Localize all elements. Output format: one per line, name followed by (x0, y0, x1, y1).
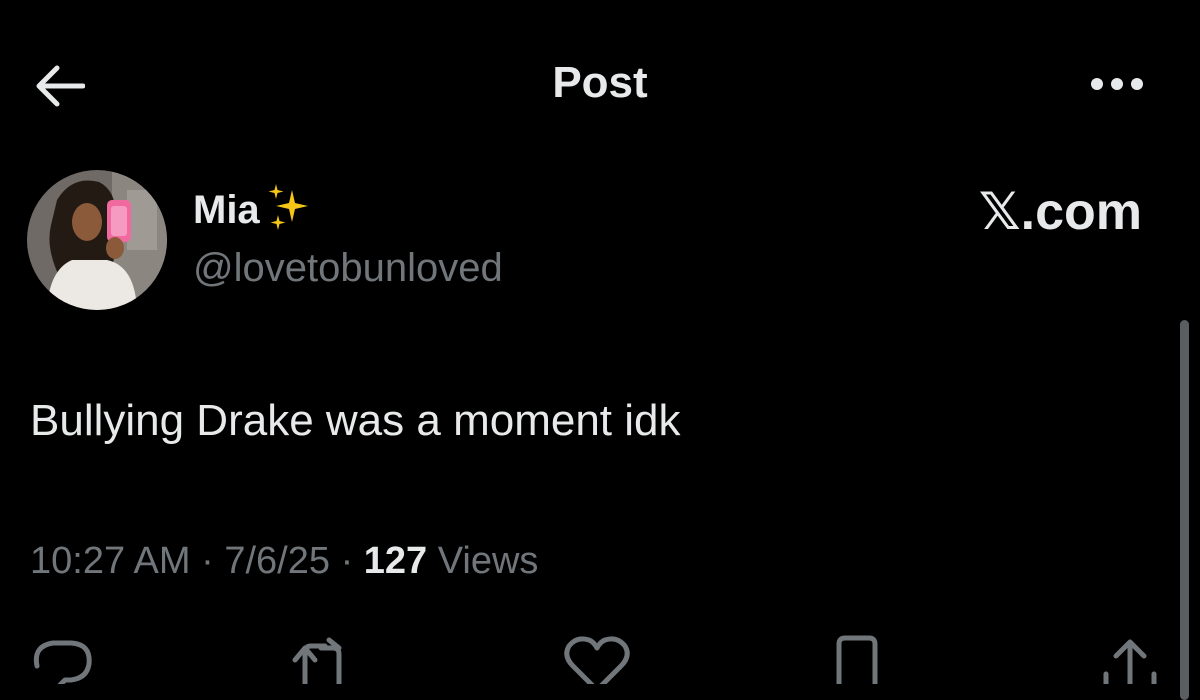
repost-icon (292, 637, 342, 684)
top-bar: Post (0, 0, 1200, 170)
views-label: Views (437, 540, 539, 582)
arrow-left-icon (36, 65, 85, 107)
share-icon (1103, 639, 1157, 684)
more-button[interactable] (1082, 62, 1152, 106)
like-button[interactable] (557, 630, 637, 684)
share-button[interactable] (1090, 630, 1170, 684)
views-count: 127 (363, 540, 428, 582)
post-meta: 10:27 AM · 7/6/25 · 127 Views (30, 540, 538, 583)
back-button[interactable] (28, 58, 90, 114)
avatar[interactable] (27, 170, 167, 310)
post-date[interactable]: 7/6/25 (224, 540, 330, 582)
reply-button[interactable] (22, 630, 102, 684)
bookmark-button[interactable] (817, 630, 897, 684)
repost-button[interactable] (283, 630, 363, 684)
meta-separator: · (201, 540, 214, 582)
author-handle[interactable]: @lovetobunloved (193, 246, 503, 291)
post-time[interactable]: 10:27 AM (30, 540, 191, 582)
action-bar (0, 630, 1200, 684)
reply-icon (33, 640, 92, 684)
author-name[interactable]: Mia (193, 184, 314, 237)
bookmark-icon (836, 635, 878, 684)
display-name: Mia (193, 188, 260, 232)
page-title: Post (552, 58, 648, 107)
sparkles-icon (264, 184, 314, 237)
post-text: Bullying Drake was a moment idk (30, 396, 681, 445)
watermark: 𝕏.com (978, 183, 1142, 241)
meta-separator: · (340, 540, 354, 582)
like-icon (564, 636, 630, 684)
more-horizontal-icon (1091, 78, 1143, 90)
avatar-photo (27, 170, 167, 310)
